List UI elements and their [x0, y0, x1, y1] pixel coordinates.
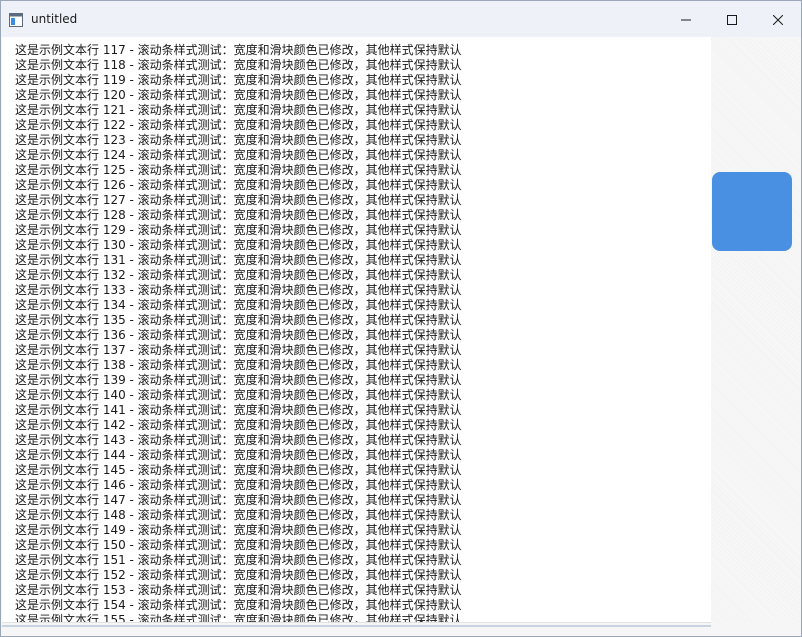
text-line: 这是示例文本行 155 - 滚动条样式测试：宽度和滑块颜色已修改，其他样式保持默…	[15, 613, 462, 622]
text-line: 这是示例文本行 121 - 滚动条样式测试：宽度和滑块颜色已修改，其他样式保持默…	[15, 103, 462, 117]
app-window: untitled 这是示例文本行 117 - 滚动条样式测试：宽度和滑块颜色已修…	[0, 0, 802, 637]
text-line: 这是示例文本行 150 - 滚动条样式测试：宽度和滑块颜色已修改，其他样式保持默…	[15, 538, 462, 552]
text-line: 这是示例文本行 145 - 滚动条样式测试：宽度和滑块颜色已修改，其他样式保持默…	[15, 463, 462, 477]
text-line: 这是示例文本行 127 - 滚动条样式测试：宽度和滑块颜色已修改，其他样式保持默…	[15, 193, 462, 207]
minimize-icon	[681, 10, 691, 29]
text-line-list: 这是示例文本行 117 - 滚动条样式测试：宽度和滑块颜色已修改，其他样式保持默…	[15, 43, 462, 622]
text-line: 这是示例文本行 138 - 滚动条样式测试：宽度和滑块颜色已修改，其他样式保持默…	[15, 358, 462, 372]
client-area: 这是示例文本行 117 - 滚动条样式测试：宽度和滑块颜色已修改，其他样式保持默…	[2, 37, 801, 636]
text-line: 这是示例文本行 134 - 滚动条样式测试：宽度和滑块颜色已修改，其他样式保持默…	[15, 298, 462, 312]
text-line: 这是示例文本行 154 - 滚动条样式测试：宽度和滑块颜色已修改，其他样式保持默…	[15, 598, 462, 612]
text-line: 这是示例文本行 143 - 滚动条样式测试：宽度和滑块颜色已修改，其他样式保持默…	[15, 433, 462, 447]
maximize-icon	[727, 10, 737, 29]
close-button[interactable]	[755, 1, 801, 37]
text-line: 这是示例文本行 142 - 滚动条样式测试：宽度和滑块颜色已修改，其他样式保持默…	[15, 418, 462, 432]
text-line: 这是示例文本行 118 - 滚动条样式测试：宽度和滑块颜色已修改，其他样式保持默…	[15, 58, 462, 72]
text-line: 这是示例文本行 122 - 滚动条样式测试：宽度和滑块颜色已修改，其他样式保持默…	[15, 118, 462, 132]
text-line: 这是示例文本行 149 - 滚动条样式测试：宽度和滑块颜色已修改，其他样式保持默…	[15, 523, 462, 537]
text-line: 这是示例文本行 117 - 滚动条样式测试：宽度和滑块颜色已修改，其他样式保持默…	[15, 43, 462, 57]
title-bar[interactable]: untitled	[1, 1, 801, 37]
window-title: untitled	[31, 12, 78, 26]
text-line: 这是示例文本行 124 - 滚动条样式测试：宽度和滑块颜色已修改，其他样式保持默…	[15, 148, 462, 162]
horizontal-scrollbar[interactable]	[2, 622, 711, 636]
text-line: 这是示例文本行 140 - 滚动条样式测试：宽度和滑块颜色已修改，其他样式保持默…	[15, 388, 462, 402]
text-line: 这是示例文本行 139 - 滚动条样式测试：宽度和滑块颜色已修改，其他样式保持默…	[15, 373, 462, 387]
text-line: 这是示例文本行 126 - 滚动条样式测试：宽度和滑块颜色已修改，其他样式保持默…	[15, 178, 462, 192]
text-line: 这是示例文本行 146 - 滚动条样式测试：宽度和滑块颜色已修改，其他样式保持默…	[15, 478, 462, 492]
maximize-button[interactable]	[709, 1, 755, 37]
scrollbar-corner	[711, 622, 801, 636]
text-line: 这是示例文本行 152 - 滚动条样式测试：宽度和滑块颜色已修改，其他样式保持默…	[15, 568, 462, 582]
text-line: 这是示例文本行 148 - 滚动条样式测试：宽度和滑块颜色已修改，其他样式保持默…	[15, 508, 462, 522]
horizontal-scrollbar-thumb[interactable]	[2, 625, 711, 627]
vertical-scrollbar-thumb[interactable]	[712, 172, 792, 251]
text-line: 这是示例文本行 147 - 滚动条样式测试：宽度和滑块颜色已修改，其他样式保持默…	[15, 493, 462, 507]
text-line: 这是示例文本行 144 - 滚动条样式测试：宽度和滑块颜色已修改，其他样式保持默…	[15, 448, 462, 462]
vertical-scrollbar[interactable]	[711, 37, 801, 622]
text-line: 这是示例文本行 133 - 滚动条样式测试：宽度和滑块颜色已修改，其他样式保持默…	[15, 283, 462, 297]
close-icon	[772, 10, 784, 29]
minimize-button[interactable]	[663, 1, 709, 37]
text-line: 这是示例文本行 132 - 滚动条样式测试：宽度和滑块颜色已修改，其他样式保持默…	[15, 268, 462, 282]
text-line: 这是示例文本行 120 - 滚动条样式测试：宽度和滑块颜色已修改，其他样式保持默…	[15, 88, 462, 102]
text-line: 这是示例文本行 125 - 滚动条样式测试：宽度和滑块颜色已修改，其他样式保持默…	[15, 163, 462, 177]
text-line: 这是示例文本行 136 - 滚动条样式测试：宽度和滑块颜色已修改，其他样式保持默…	[15, 328, 462, 342]
text-line: 这是示例文本行 129 - 滚动条样式测试：宽度和滑块颜色已修改，其他样式保持默…	[15, 223, 462, 237]
text-line: 这是示例文本行 131 - 滚动条样式测试：宽度和滑块颜色已修改，其他样式保持默…	[15, 253, 462, 267]
text-line: 这是示例文本行 135 - 滚动条样式测试：宽度和滑块颜色已修改，其他样式保持默…	[15, 313, 462, 327]
text-line: 这是示例文本行 128 - 滚动条样式测试：宽度和滑块颜色已修改，其他样式保持默…	[15, 208, 462, 222]
text-editor[interactable]: 这是示例文本行 117 - 滚动条样式测试：宽度和滑块颜色已修改，其他样式保持默…	[2, 37, 711, 622]
app-window-icon	[9, 12, 23, 27]
text-line: 这是示例文本行 137 - 滚动条样式测试：宽度和滑块颜色已修改，其他样式保持默…	[15, 343, 462, 357]
text-line: 这是示例文本行 141 - 滚动条样式测试：宽度和滑块颜色已修改，其他样式保持默…	[15, 403, 462, 417]
text-line: 这是示例文本行 153 - 滚动条样式测试：宽度和滑块颜色已修改，其他样式保持默…	[15, 583, 462, 597]
text-line: 这是示例文本行 151 - 滚动条样式测试：宽度和滑块颜色已修改，其他样式保持默…	[15, 553, 462, 567]
text-line: 这是示例文本行 119 - 滚动条样式测试：宽度和滑块颜色已修改，其他样式保持默…	[15, 73, 462, 87]
text-line: 这是示例文本行 130 - 滚动条样式测试：宽度和滑块颜色已修改，其他样式保持默…	[15, 238, 462, 252]
text-line: 这是示例文本行 123 - 滚动条样式测试：宽度和滑块颜色已修改，其他样式保持默…	[15, 133, 462, 147]
